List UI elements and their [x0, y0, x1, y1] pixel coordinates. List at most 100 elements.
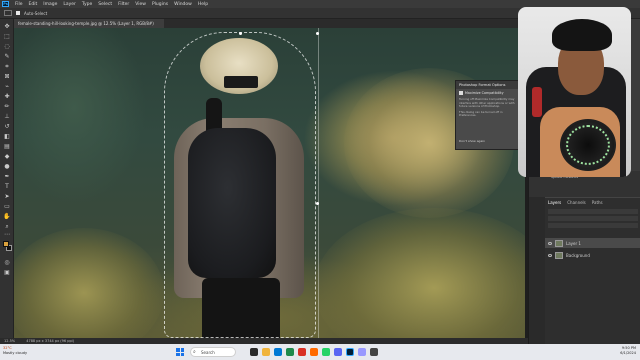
weather-widget[interactable]: 32°C Mostly cloudy	[3, 346, 43, 358]
windows-taskbar: 32°C Mostly cloudy Search ⌕ 9:50 PM 6/1/…	[0, 344, 640, 360]
rectangle-tool-icon[interactable]: ▭	[3, 203, 11, 210]
store-icon[interactable]	[286, 348, 294, 356]
move-tool-icon[interactable]	[4, 10, 12, 16]
document-tabs: female-standing-hill-looking-temple.jpg …	[14, 19, 524, 28]
eyedropper-tool-icon[interactable]: ⌁	[3, 83, 11, 90]
dialog-title: Photoshop Format Options	[456, 81, 520, 89]
menu-window[interactable]: Window	[174, 2, 192, 7]
menu-select[interactable]: Select	[98, 2, 112, 7]
maximize-compatibility-row[interactable]: Maximize Compatibility	[456, 89, 520, 97]
menu-image[interactable]: Image	[43, 2, 57, 7]
chair-accent	[532, 87, 542, 117]
document-tab[interactable]: female-standing-hill-looking-temple.jpg …	[14, 19, 164, 28]
document-dimensions: 4788 px x 3744 px (96 ppi)	[26, 339, 74, 343]
format-options-dialog: Photoshop Format Options Maximize Compat…	[455, 80, 521, 150]
maximize-compatibility-label: Maximize Compatibility	[465, 91, 504, 95]
tools-panel: ✥ ⬚ ◌ ✎ ⌗ ⊠ ⌁ ✚ ✏ ⊥ ↺ ◧ ▤ ◆ ● ✒ T ➤ ▭ ✋ …	[0, 19, 14, 338]
layers-panel-tabs: Layers Channels Paths	[545, 198, 640, 207]
lock-row[interactable]	[548, 223, 638, 228]
selection-marquee[interactable]	[164, 32, 316, 338]
file-explorer-icon[interactable]	[262, 348, 270, 356]
history-brush-tool-icon[interactable]: ↺	[3, 123, 11, 130]
menu-view[interactable]: View	[135, 2, 146, 7]
discord-icon[interactable]	[334, 348, 342, 356]
transform-handle-top-left[interactable]	[239, 32, 242, 35]
panel-icon-strip	[529, 197, 545, 344]
quick-mask-icon[interactable]: ◎	[3, 259, 11, 266]
zoom-level[interactable]: 12.5%	[4, 339, 15, 343]
eraser-tool-icon[interactable]: ◧	[3, 133, 11, 140]
clone-stamp-tool-icon[interactable]: ⊥	[3, 113, 11, 120]
whatsapp-icon[interactable]	[322, 348, 330, 356]
layer-filter-row[interactable]	[548, 209, 638, 214]
webcam-overlay	[518, 7, 631, 177]
microphone-ring-light	[566, 125, 610, 165]
photoshop-logo: Ps	[2, 1, 9, 7]
dont-show-again-checkbox[interactable]: Don't show again	[459, 139, 485, 143]
visibility-eye-icon[interactable]	[548, 241, 552, 245]
marquee-tool-icon[interactable]: ⬚	[3, 33, 11, 40]
menu-type[interactable]: Type	[82, 2, 92, 7]
healing-brush-tool-icon[interactable]: ✚	[3, 93, 11, 100]
more-tools-icon[interactable]: ⋯	[3, 231, 11, 238]
brave-icon[interactable]	[310, 348, 318, 356]
layer-row-background[interactable]: Background	[545, 250, 640, 260]
foliage-right	[314, 208, 525, 338]
dodge-tool-icon[interactable]: ●	[3, 163, 11, 170]
hand-tool-icon[interactable]: ✋	[3, 213, 11, 220]
dialog-body-preferences: This dialog can be turned off in Prefere…	[459, 109, 503, 117]
crop-tool-icon[interactable]: ⌗	[3, 63, 11, 70]
auto-select-checkbox[interactable]	[16, 11, 20, 15]
menu-layer[interactable]: Layer	[63, 2, 76, 7]
visibility-eye-icon[interactable]	[548, 253, 552, 257]
tab-paths[interactable]: Paths	[592, 200, 603, 205]
pen-tool-icon[interactable]: ✒	[3, 173, 11, 180]
system-clock[interactable]: 9:50 PM 6/1/2024	[620, 346, 636, 356]
transform-guide	[318, 28, 319, 338]
tab-layers[interactable]: Layers	[548, 200, 561, 205]
screen-mode-icon[interactable]: ▣	[3, 269, 11, 276]
menu-filter[interactable]: Filter	[118, 2, 129, 7]
taskbar-search-input[interactable]: Search	[190, 347, 236, 357]
gradient-tool-icon[interactable]: ▤	[3, 143, 11, 150]
menu-help[interactable]: Help	[198, 2, 208, 7]
menu-edit[interactable]: Edit	[29, 2, 38, 7]
zoom-tool-icon[interactable]: ⌕	[3, 223, 11, 230]
photoshop-taskbar-icon[interactable]	[346, 348, 354, 356]
transform-handle-top[interactable]	[316, 32, 319, 35]
layer-name: Layer 1	[566, 240, 581, 246]
task-view-icon[interactable]	[250, 348, 258, 356]
layer-name: Background	[566, 252, 590, 258]
foreground-color-swatch[interactable]	[3, 241, 9, 247]
frame-tool-icon[interactable]: ⊠	[3, 73, 11, 80]
path-select-tool-icon[interactable]: ➤	[3, 193, 11, 200]
premiere-icon[interactable]	[358, 348, 366, 356]
layer-row-layer-1[interactable]: Layer 1	[545, 238, 640, 248]
presenter-hair	[552, 19, 612, 51]
lasso-tool-icon[interactable]: ◌	[3, 43, 11, 50]
layer-thumbnail	[555, 251, 563, 259]
quick-select-tool-icon[interactable]: ✎	[3, 53, 11, 60]
blend-mode-row[interactable]	[548, 216, 638, 221]
windows-start-icon[interactable]	[176, 348, 184, 356]
tab-channels[interactable]: Channels	[567, 200, 586, 205]
layer-thumbnail	[555, 239, 563, 247]
menu-plugins[interactable]: Plugins	[152, 2, 168, 7]
edge-browser-icon[interactable]	[274, 348, 282, 356]
menu-file[interactable]: File	[15, 2, 23, 7]
maximize-compatibility-checkbox[interactable]	[459, 91, 463, 95]
canvas[interactable]	[14, 28, 525, 338]
foliage-left	[14, 228, 164, 338]
blur-tool-icon[interactable]: ◆	[3, 153, 11, 160]
move-tool-icon[interactable]: ✥	[3, 23, 11, 30]
transform-handle-middle[interactable]	[316, 202, 319, 205]
type-tool-icon[interactable]: T	[3, 183, 11, 190]
chrome-icon[interactable]	[298, 348, 306, 356]
obs-icon[interactable]	[370, 348, 378, 356]
weather-desc: Mostly cloudy	[3, 351, 28, 355]
brush-tool-icon[interactable]: ✏	[3, 103, 11, 110]
clock-date: 6/1/2024	[620, 351, 636, 355]
photoshop-window: Ps File Edit Image Layer Type Select Fil…	[0, 0, 640, 360]
search-icon: ⌕	[193, 349, 196, 355]
auto-select-label: Auto-Select	[24, 10, 48, 16]
